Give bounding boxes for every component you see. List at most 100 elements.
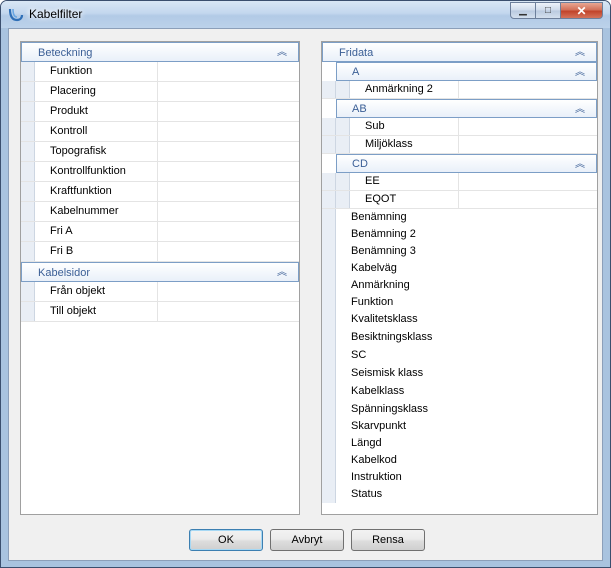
filter-row[interactable]: Längd (322, 435, 597, 452)
field-value[interactable] (458, 365, 597, 383)
filter-row[interactable]: Produkt (21, 102, 299, 122)
collapse-icon[interactable]: ︽ (575, 63, 585, 82)
field-label: Topografisk (35, 142, 158, 161)
subgroup-header-cd[interactable]: CD ︽ (336, 154, 597, 173)
filter-row[interactable]: Kvalitetsklass (322, 311, 597, 329)
field-value[interactable] (458, 243, 597, 260)
collapse-icon[interactable]: ︽ (575, 155, 585, 174)
left-filter-panel: Beteckning ︽ Funktion Placering Produkt … (20, 41, 300, 515)
group-header-beteckning[interactable]: Beteckning ︽ (21, 42, 299, 62)
filter-row[interactable]: Kabelklass (322, 383, 597, 401)
field-value[interactable] (458, 469, 597, 486)
filter-row[interactable]: Fri A (21, 222, 299, 242)
clear-button[interactable]: Rensa (351, 529, 425, 551)
subgroup-header-ab[interactable]: AB ︽ (336, 99, 597, 118)
field-label: Fri A (35, 222, 158, 241)
filter-row[interactable]: Funktion (322, 294, 597, 311)
field-label: Fri B (35, 242, 158, 261)
filter-row[interactable]: Kraftfunktion (21, 182, 299, 202)
close-button[interactable]: ✕ (560, 2, 603, 19)
field-label: Kraftfunktion (35, 182, 158, 201)
group-title: Beteckning (38, 47, 93, 59)
field-value[interactable] (458, 329, 597, 347)
filter-row[interactable]: Kabelkod (322, 452, 597, 469)
filter-row[interactable]: Anmärkning (322, 277, 597, 294)
filter-row[interactable]: Besiktningsklass (322, 329, 597, 347)
filter-row[interactable]: Sub (322, 118, 597, 136)
field-value[interactable] (458, 435, 597, 452)
filter-row[interactable]: Till objekt (21, 302, 299, 322)
filter-row[interactable]: Anmärkning 2 (322, 81, 597, 99)
field-value[interactable] (458, 452, 597, 469)
filter-row[interactable]: Fri B (21, 242, 299, 262)
filter-row[interactable]: Placering (21, 82, 299, 102)
field-value[interactable] (158, 162, 299, 181)
group-title: Kabelsidor (38, 267, 90, 279)
minimize-button[interactable]: ▁ (510, 2, 536, 19)
field-value[interactable] (158, 82, 299, 101)
field-value[interactable] (458, 294, 597, 311)
maximize-button[interactable]: □ (535, 2, 561, 19)
field-value[interactable] (458, 418, 597, 435)
field-value[interactable] (158, 302, 299, 321)
field-value[interactable] (458, 383, 597, 401)
ok-button[interactable]: OK (189, 529, 263, 551)
field-label: Kvalitetsklass (351, 313, 418, 325)
field-value[interactable] (158, 122, 299, 141)
filter-row[interactable]: Miljöklass (322, 136, 597, 154)
field-value[interactable] (158, 222, 299, 241)
collapse-icon[interactable]: ︽ (575, 43, 585, 63)
title-bar[interactable]: Kabelfilter ▁ □ ✕ (1, 1, 610, 28)
field-value[interactable] (458, 486, 597, 503)
field-value[interactable] (458, 277, 597, 294)
field-value[interactable] (158, 182, 299, 201)
field-value[interactable] (158, 282, 299, 301)
field-label: Benämning 3 (351, 245, 416, 257)
filter-row[interactable]: Funktion (21, 62, 299, 82)
filter-row[interactable]: SC (322, 347, 597, 365)
filter-row[interactable]: Skarvpunkt (322, 418, 597, 435)
filter-row[interactable]: Kabelväg (322, 260, 597, 277)
field-value[interactable] (158, 202, 299, 221)
field-label: Längd (351, 437, 382, 449)
filter-row[interactable]: Instruktion (322, 469, 597, 486)
collapse-icon[interactable]: ︽ (277, 43, 287, 63)
field-value[interactable] (158, 62, 299, 81)
filter-row[interactable]: Status (322, 486, 597, 503)
field-value[interactable] (459, 136, 597, 153)
field-value[interactable] (458, 209, 597, 226)
cancel-button[interactable]: Avbryt (270, 529, 344, 551)
filter-row[interactable]: Benämning 2 (322, 226, 597, 243)
collapse-icon[interactable]: ︽ (277, 263, 287, 283)
field-value[interactable] (158, 242, 299, 261)
field-value[interactable] (158, 102, 299, 121)
subgroup-title: CD (352, 158, 368, 170)
filter-row[interactable]: EE (322, 173, 597, 191)
filter-row[interactable]: EQOT (322, 191, 597, 209)
field-value[interactable] (458, 311, 597, 329)
field-value[interactable] (458, 347, 597, 365)
field-value[interactable] (458, 226, 597, 243)
filter-row[interactable]: Spänningsklass (322, 401, 597, 418)
filter-row[interactable]: Kontrollfunktion (21, 162, 299, 182)
filter-row[interactable]: Från objekt (21, 282, 299, 302)
collapse-icon[interactable]: ︽ (575, 100, 585, 119)
subgroup-header-a[interactable]: A ︽ (336, 62, 597, 81)
filter-row[interactable]: Topografisk (21, 142, 299, 162)
field-value[interactable] (158, 142, 299, 161)
field-value[interactable] (459, 118, 597, 135)
group-header-kabelsidor[interactable]: Kabelsidor ︽ (21, 262, 299, 282)
filter-row[interactable]: Kabelnummer (21, 202, 299, 222)
field-value[interactable] (459, 81, 597, 98)
filter-row[interactable]: Seismisk klass (322, 365, 597, 383)
field-value[interactable] (458, 401, 597, 418)
field-label: SC (351, 349, 367, 361)
filter-row[interactable]: Kontroll (21, 122, 299, 142)
subgroup-title: A (352, 66, 360, 78)
field-value[interactable] (459, 191, 597, 208)
group-header-fridata[interactable]: Fridata ︽ (322, 42, 597, 62)
filter-row[interactable]: Benämning 3 (322, 243, 597, 260)
field-value[interactable] (459, 173, 597, 190)
filter-row[interactable]: Benämning (322, 209, 597, 226)
field-value[interactable] (458, 260, 597, 277)
